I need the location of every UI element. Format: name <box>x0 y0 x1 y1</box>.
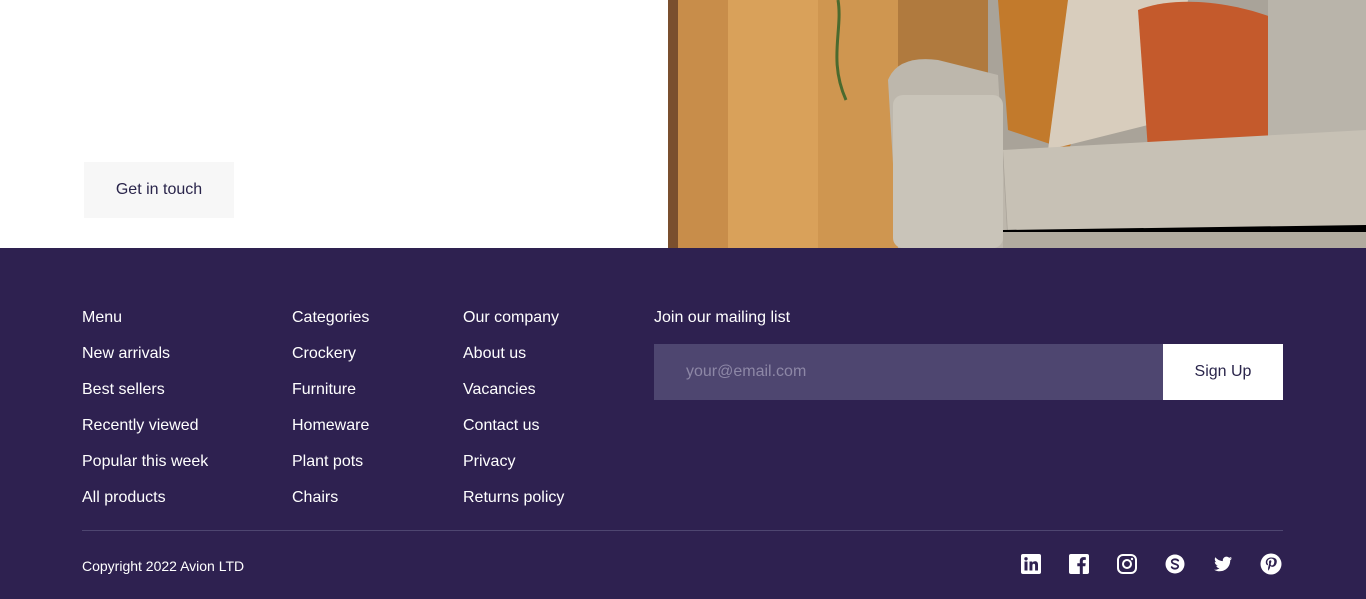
footer-link-all-products[interactable]: All products <box>82 488 208 508</box>
twitter-icon[interactable] <box>1211 552 1235 576</box>
footer-link-about-us[interactable]: About us <box>463 344 564 364</box>
footer-divider <box>82 530 1283 531</box>
footer-categories-title: Categories <box>292 309 370 326</box>
footer-menu-title: Menu <box>82 309 123 326</box>
contact-section: Get in touch <box>0 0 1366 248</box>
sofa-image <box>668 0 1366 248</box>
email-input[interactable] <box>654 344 1163 400</box>
footer-link-contact-us[interactable]: Contact us <box>463 416 564 436</box>
footer-link-crockery[interactable]: Crockery <box>292 344 369 364</box>
footer-link-returns-policy[interactable]: Returns policy <box>463 488 564 508</box>
footer-link-recently-viewed[interactable]: Recently viewed <box>82 416 208 436</box>
facebook-icon[interactable] <box>1067 552 1091 576</box>
linkedin-icon[interactable] <box>1019 552 1043 576</box>
mailing-list-section: Join our mailing list Sign Up <box>654 308 1283 400</box>
footer-categories-column: Categories Crockery Furniture Homeware P… <box>292 308 369 524</box>
footer-link-popular-this-week[interactable]: Popular this week <box>82 452 208 472</box>
footer-company-column: Our company About us Vacancies Contact u… <box>463 308 564 524</box>
footer-company-title: Our company <box>463 309 560 326</box>
copyright-text: Copyright 2022 Avion LTD <box>82 558 245 574</box>
social-links <box>1019 552 1283 576</box>
footer-menu-column: Menu New arrivals Best sellers Recently … <box>82 308 208 524</box>
get-in-touch-button[interactable]: Get in touch <box>84 162 234 218</box>
mailing-list-form: Sign Up <box>654 344 1283 400</box>
instagram-icon[interactable] <box>1115 552 1139 576</box>
footer-link-best-sellers[interactable]: Best sellers <box>82 380 208 400</box>
pinterest-icon[interactable] <box>1259 552 1283 576</box>
mailing-list-title: Join our mailing list <box>654 309 791 326</box>
footer-link-plant-pots[interactable]: Plant pots <box>292 452 369 472</box>
skype-icon[interactable] <box>1163 552 1187 576</box>
footer-link-new-arrivals[interactable]: New arrivals <box>82 344 208 364</box>
footer-link-chairs[interactable]: Chairs <box>292 488 369 508</box>
footer-link-homeware[interactable]: Homeware <box>292 416 369 436</box>
sign-up-button[interactable]: Sign Up <box>1163 344 1283 400</box>
footer-link-furniture[interactable]: Furniture <box>292 380 369 400</box>
footer-link-vacancies[interactable]: Vacancies <box>463 380 564 400</box>
site-footer: Menu New arrivals Best sellers Recently … <box>0 248 1366 599</box>
footer-link-privacy[interactable]: Privacy <box>463 452 564 472</box>
